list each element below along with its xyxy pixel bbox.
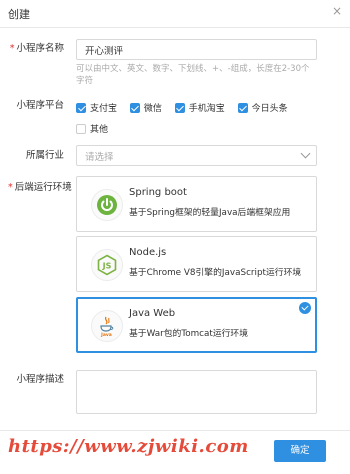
confirm-button[interactable]: 确定 xyxy=(274,440,326,462)
description-label: 小程序描述 xyxy=(16,374,64,385)
backend-desc: 基于War包的Tomcat运行环境 xyxy=(129,329,249,339)
checkbox-box[interactable] xyxy=(174,102,185,113)
platform-label: 小程序平台 xyxy=(16,100,64,111)
backend-name: Spring boot xyxy=(129,187,187,198)
backend-label: * 后端运行环境 xyxy=(8,182,72,193)
checkbox-label: 今日头条 xyxy=(251,104,288,114)
platform-checkboxes: 支付宝 微信 手机淘宝 今日头条 xyxy=(76,101,288,116)
close-icon[interactable]: × xyxy=(332,4,342,18)
industry-label: 所属行业 xyxy=(25,150,64,161)
checkbox-wechat[interactable]: 微信 xyxy=(129,101,162,114)
dialog-header: 创建 × xyxy=(0,0,350,28)
checkbox-box[interactable] xyxy=(129,102,140,113)
backend-name: Java Web xyxy=(129,308,176,319)
backend-desc: 基于Spring框架的轻量Java后端框架应用 xyxy=(129,208,291,218)
name-label: * 小程序名称 xyxy=(9,43,64,54)
java-cup-icon: Java xyxy=(91,310,123,342)
checkbox-label: 手机淘宝 xyxy=(188,104,225,114)
svg-text:JS: JS xyxy=(102,262,112,271)
backend-card-nodejs[interactable]: JS Node.js 基于Chrome V8引擎的JavaScript运行环境 xyxy=(76,236,317,292)
watermark: https://www.zjwiki.com xyxy=(8,436,249,457)
name-hint: 可以由中文、英文、数字、下划线、+、-组成，长度在2-30个字符 xyxy=(76,64,310,86)
checkbox-box[interactable] xyxy=(237,102,248,113)
checkbox-label: 微信 xyxy=(143,104,162,114)
checkbox-label: 支付宝 xyxy=(90,104,118,114)
checkbox-alipay[interactable]: 支付宝 xyxy=(76,101,117,114)
backend-desc: 基于Chrome V8引擎的JavaScript运行环境 xyxy=(129,268,302,278)
description-textarea[interactable] xyxy=(76,370,317,414)
industry-select[interactable]: 请选择 xyxy=(76,145,317,166)
backend-card-javaweb[interactable]: Java Java Web 基于War包的Tomcat运行环境 xyxy=(76,297,317,353)
platform-checkboxes-row2: 其他 xyxy=(76,122,118,137)
chevron-down-icon xyxy=(300,148,311,159)
name-input[interactable]: 开心测评 xyxy=(76,39,317,60)
backend-name: Node.js xyxy=(129,247,167,258)
selected-check-icon xyxy=(299,302,311,314)
spring-power-icon xyxy=(91,189,123,221)
nodejs-hexagon-icon: JS xyxy=(91,249,123,281)
industry-placeholder: 请选择 xyxy=(85,152,114,163)
backend-card-spring[interactable]: Spring boot 基于Spring框架的轻量Java后端框架应用 xyxy=(76,176,317,232)
checkbox-taobao[interactable]: 手机淘宝 xyxy=(174,101,225,114)
checkbox-toutiao[interactable]: 今日头条 xyxy=(237,101,288,114)
checkbox-box[interactable] xyxy=(76,123,86,134)
svg-text:Java: Java xyxy=(100,332,112,337)
checkbox-label: 其他 xyxy=(90,125,109,135)
dialog-title: 创建 xyxy=(8,8,30,21)
checkbox-box[interactable] xyxy=(76,102,86,113)
checkbox-other[interactable]: 其他 xyxy=(76,122,108,135)
